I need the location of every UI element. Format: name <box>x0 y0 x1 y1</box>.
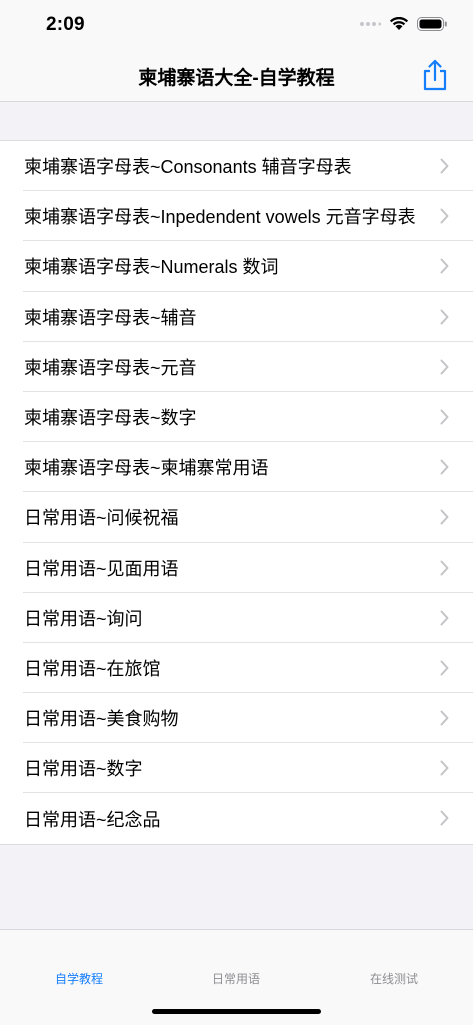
list-item-label: 日常用语~问候祝福 <box>24 508 179 529</box>
tab-daily-phrases[interactable]: 日常用语 <box>212 970 260 987</box>
wifi-icon <box>389 17 409 30</box>
list-item[interactable]: 柬埔寨语字母表~数字 <box>0 392 473 443</box>
list-item[interactable]: 柬埔寨语字母表~元音 <box>0 342 473 393</box>
navigation-bar: 柬埔寨语大全-自学教程 <box>0 50 473 102</box>
tab-self-study[interactable]: 自学教程 <box>55 970 103 987</box>
chevron-right-icon <box>440 208 449 224</box>
home-indicator <box>152 1009 321 1014</box>
chevron-right-icon <box>440 258 449 274</box>
chevron-right-icon <box>440 810 449 826</box>
share-button[interactable] <box>421 58 449 92</box>
chevron-right-icon <box>440 760 449 776</box>
chevron-right-icon <box>440 409 449 425</box>
list-item-label: 日常用语~询问 <box>24 608 143 629</box>
battery-icon <box>417 17 447 31</box>
list-item-label: 日常用语~在旅馆 <box>24 658 161 679</box>
status-bar: 2:09 <box>0 0 473 50</box>
list-item[interactable]: 日常用语~问候祝福 <box>0 492 473 543</box>
list-item-label: 柬埔寨语字母表~Inpedendent vowels 元音字母表 <box>24 207 416 228</box>
lesson-list: 柬埔寨语字母表~Consonants 辅音字母表柬埔寨语字母表~Inpedend… <box>0 140 473 845</box>
list-item[interactable]: 柬埔寨语字母表~Consonants 辅音字母表 <box>0 141 473 192</box>
list-item[interactable]: 日常用语~美食购物 <box>0 693 473 744</box>
page-title: 柬埔寨语大全-自学教程 <box>138 68 335 89</box>
list-item-label: 柬埔寨语字母表~Numerals 数词 <box>24 257 279 278</box>
list-item-label: 柬埔寨语字母表~数字 <box>24 408 197 429</box>
chevron-right-icon <box>440 710 449 726</box>
tab-online-test[interactable]: 在线测试 <box>370 970 418 987</box>
list-item[interactable]: 日常用语~询问 <box>0 593 473 644</box>
list-item[interactable]: 日常用语~纪念品 <box>0 793 473 843</box>
list-item[interactable]: 日常用语~见面用语 <box>0 543 473 593</box>
list-item[interactable]: 日常用语~在旅馆 <box>0 643 473 694</box>
list-item[interactable]: 柬埔寨语字母表~Inpedendent vowels 元音字母表 <box>0 191 473 242</box>
status-time: 2:09 <box>46 14 85 35</box>
list-item-label: 日常用语~数字 <box>24 759 143 780</box>
status-icons <box>359 17 447 31</box>
list-item[interactable]: 柬埔寨语字母表~辅音 <box>0 292 473 342</box>
chevron-right-icon <box>440 660 449 676</box>
list-item[interactable]: 柬埔寨语字母表~Numerals 数词 <box>0 241 473 292</box>
list-item-label: 柬埔寨语字母表~辅音 <box>24 307 197 328</box>
chevron-right-icon <box>440 560 449 575</box>
chevron-right-icon <box>440 459 449 475</box>
list-item-label: 柬埔寨语字母表~元音 <box>24 357 197 378</box>
signal-icon <box>360 22 381 26</box>
chevron-right-icon <box>440 610 449 626</box>
list-item[interactable]: 柬埔寨语字母表~柬埔寨常用语 <box>0 442 473 493</box>
chevron-right-icon <box>440 309 449 325</box>
chevron-right-icon <box>440 509 449 525</box>
list-item[interactable]: 日常用语~数字 <box>0 743 473 794</box>
chevron-right-icon <box>440 158 449 174</box>
chevron-right-icon <box>440 359 449 375</box>
share-icon <box>423 59 447 91</box>
list-item-label: 日常用语~纪念品 <box>24 809 161 830</box>
list-item-label: 日常用语~见面用语 <box>24 558 179 579</box>
list-item-label: 柬埔寨语字母表~柬埔寨常用语 <box>24 458 269 479</box>
list-item-label: 日常用语~美食购物 <box>24 709 179 730</box>
list-item-label: 柬埔寨语字母表~Consonants 辅音字母表 <box>24 157 352 178</box>
